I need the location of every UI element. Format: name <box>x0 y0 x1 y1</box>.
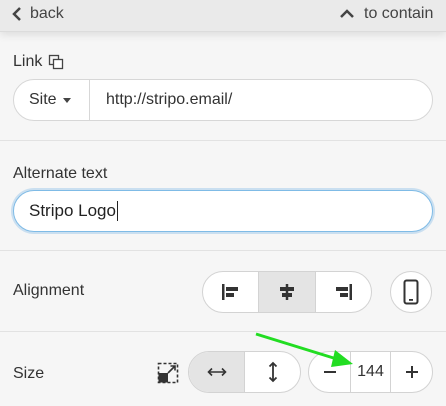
back-label: back <box>30 5 64 22</box>
minus-icon <box>323 371 336 373</box>
size-direction-toggle <box>188 351 301 393</box>
align-right-icon <box>336 284 353 300</box>
to-container-label: to contain <box>364 5 434 22</box>
chevron-up-icon <box>340 9 354 18</box>
size-stepper: 144 <box>308 351 433 393</box>
align-left-button[interactable] <box>203 272 260 312</box>
auto-size-icon[interactable] <box>157 362 179 389</box>
alt-text-input[interactable]: Stripo Logo <box>13 190 433 232</box>
decrement-button[interactable] <box>309 352 350 392</box>
size-value[interactable]: 144 <box>350 352 391 392</box>
link-copy-icon[interactable] <box>48 54 64 70</box>
horizontal-arrows-icon <box>206 367 227 377</box>
back-button[interactable]: back <box>12 5 64 23</box>
link-label-row: Link <box>13 53 64 71</box>
alt-text-label: Alternate text <box>13 165 108 182</box>
alt-text-value: Stripo Logo <box>29 201 116 220</box>
alignment-label: Alignment <box>13 282 85 299</box>
size-label: Size <box>13 365 45 382</box>
mobile-phone-icon <box>403 279 419 305</box>
align-left-icon <box>221 284 238 300</box>
link-url-input[interactable] <box>90 80 432 120</box>
chevron-left-icon <box>12 7 21 21</box>
mobile-device-button[interactable] <box>390 271 432 313</box>
text-cursor <box>116 201 118 221</box>
alignment-toggle-group <box>202 271 372 313</box>
align-center-button[interactable] <box>259 272 316 312</box>
align-right-button[interactable] <box>316 272 371 312</box>
increment-button[interactable] <box>391 352 432 392</box>
height-mode-button[interactable] <box>245 352 300 392</box>
link-type-value: Site <box>29 91 57 108</box>
width-mode-button[interactable] <box>189 352 245 392</box>
plus-icon <box>405 366 418 378</box>
link-field: Site <box>13 79 433 121</box>
to-container-button[interactable]: to contain <box>340 5 433 23</box>
caret-down-icon <box>62 97 71 103</box>
link-type-dropdown[interactable]: Site <box>14 80 90 120</box>
vertical-arrows-icon <box>268 361 277 383</box>
link-label: Link <box>13 53 43 70</box>
align-center-icon <box>279 284 294 300</box>
top-nav-bar: back to contain <box>0 0 446 32</box>
